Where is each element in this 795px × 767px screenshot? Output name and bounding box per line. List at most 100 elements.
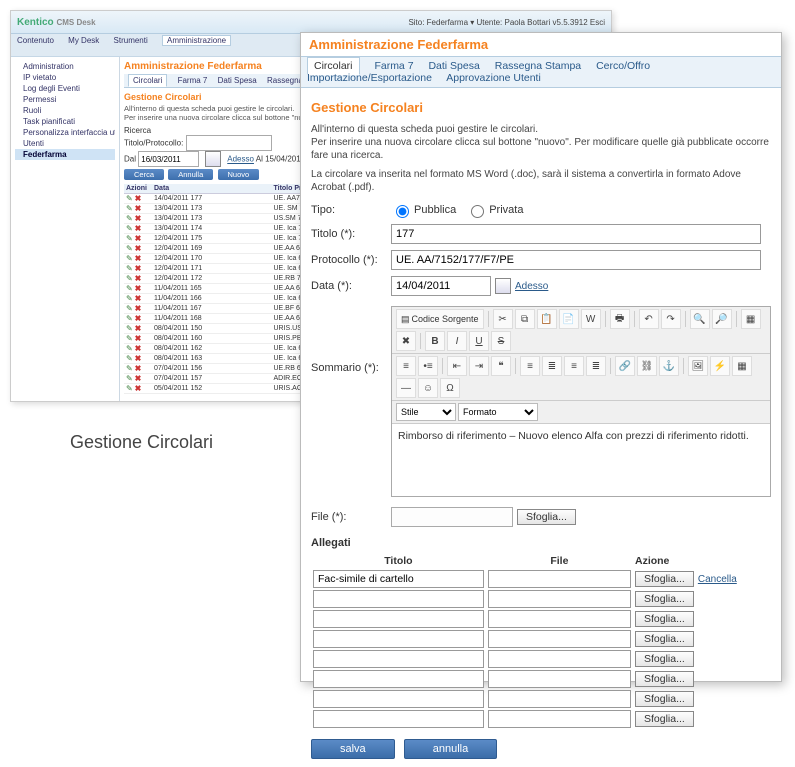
outdent-icon[interactable]: ⇤: [447, 356, 467, 376]
tab-import[interactable]: Importazione/Esportazione: [307, 72, 432, 84]
att-file-input[interactable]: [488, 610, 631, 628]
delete-icon[interactable]: ✖: [135, 254, 142, 263]
delete-icon[interactable]: ✖: [135, 364, 142, 373]
tree-ip[interactable]: IP vietato: [15, 72, 115, 83]
edit-icon[interactable]: ✎: [126, 364, 133, 373]
editor-content[interactable]: Rimborso di riferimento – Nuovo elenco A…: [392, 424, 770, 496]
justify-icon[interactable]: ≣: [586, 356, 606, 376]
formato-select[interactable]: Formato: [458, 403, 538, 421]
calendar-icon[interactable]: [205, 151, 221, 167]
undo-icon[interactable]: ↶: [639, 309, 659, 329]
att-titolo-input[interactable]: [313, 710, 484, 728]
delete-icon[interactable]: ✖: [135, 324, 142, 333]
annulla-button[interactable]: annulla: [404, 739, 497, 759]
redo-icon[interactable]: ↷: [661, 309, 681, 329]
tab-cerco[interactable]: Cerco/Offro: [596, 60, 650, 72]
edit-icon[interactable]: ✎: [126, 324, 133, 333]
bg-search-tp-input[interactable]: [186, 135, 272, 151]
delete-icon[interactable]: ✖: [135, 264, 142, 273]
edit-icon[interactable]: ✎: [126, 264, 133, 273]
att-titolo-input[interactable]: [313, 590, 484, 608]
att-sfoglia-button[interactable]: Sfoglia...: [635, 591, 694, 607]
tree-permessi[interactable]: Permessi: [15, 94, 115, 105]
calendar-icon[interactable]: [495, 278, 511, 294]
edit-icon[interactable]: ✎: [126, 244, 133, 253]
tab-rassegna[interactable]: Rassegna Stampa: [495, 60, 581, 72]
input-titolo[interactable]: [391, 224, 761, 244]
att-titolo-input[interactable]: [313, 650, 484, 668]
delete-icon[interactable]: ✖: [135, 274, 142, 283]
alignright-icon[interactable]: ≡: [564, 356, 584, 376]
att-sfoglia-button[interactable]: Sfoglia...: [635, 611, 694, 627]
edit-icon[interactable]: ✎: [126, 254, 133, 263]
replace-icon[interactable]: 🔎: [712, 309, 732, 329]
edit-icon[interactable]: ✎: [126, 194, 133, 203]
adesso-link[interactable]: Adesso: [515, 281, 548, 292]
delete-icon[interactable]: ✖: [135, 294, 142, 303]
delete-icon[interactable]: ✖: [135, 194, 142, 203]
tree-log[interactable]: Log degli Eventi: [15, 83, 115, 94]
menu-amministrazione[interactable]: Amministrazione: [162, 35, 231, 46]
edit-icon[interactable]: ✎: [126, 274, 133, 283]
edit-icon[interactable]: ✎: [126, 204, 133, 213]
specialchar-icon[interactable]: Ω: [440, 378, 460, 398]
find-icon[interactable]: 🔍: [690, 309, 710, 329]
tree-administration[interactable]: Administration: [15, 61, 115, 72]
edit-icon[interactable]: ✎: [126, 304, 133, 313]
att-file-input[interactable]: [488, 570, 631, 588]
input-protocollo[interactable]: [391, 250, 761, 270]
delete-icon[interactable]: ✖: [135, 284, 142, 293]
tab-approva[interactable]: Approvazione Utenti: [446, 72, 541, 84]
bg-adesso-link[interactable]: Adesso: [227, 155, 254, 164]
att-file-input[interactable]: [488, 590, 631, 608]
edit-icon[interactable]: ✎: [126, 374, 133, 383]
image-icon[interactable]: 🖼: [688, 356, 708, 376]
italic-icon[interactable]: I: [447, 331, 467, 351]
aligncenter-icon[interactable]: ≣: [542, 356, 562, 376]
att-file-input[interactable]: [488, 630, 631, 648]
alignleft-icon[interactable]: ≡: [520, 356, 540, 376]
edit-icon[interactable]: ✎: [126, 294, 133, 303]
delete-icon[interactable]: ✖: [135, 334, 142, 343]
delete-icon[interactable]: ✖: [135, 214, 142, 223]
salva-button[interactable]: salva: [311, 739, 395, 759]
edit-icon[interactable]: ✎: [126, 224, 133, 233]
unlink-icon[interactable]: ⛓: [637, 356, 657, 376]
edit-icon[interactable]: ✎: [126, 344, 133, 353]
edit-icon[interactable]: ✎: [126, 354, 133, 363]
att-file-input[interactable]: [488, 650, 631, 668]
tree-utenti[interactable]: Utenti: [15, 138, 115, 149]
selectall-icon[interactable]: ▦: [741, 309, 761, 329]
delete-icon[interactable]: ✖: [135, 304, 142, 313]
edit-icon[interactable]: ✎: [126, 234, 133, 243]
hr-icon[interactable]: —: [396, 378, 416, 398]
edit-icon[interactable]: ✎: [126, 334, 133, 343]
cancella-link[interactable]: Cancella: [698, 574, 737, 585]
blockquote-icon[interactable]: ❝: [491, 356, 511, 376]
att-sfoglia-button[interactable]: Sfoglia...: [635, 691, 694, 707]
print-icon[interactable]: 🖶: [610, 309, 630, 329]
att-sfoglia-button[interactable]: Sfoglia...: [635, 711, 694, 727]
style-select[interactable]: Stile: [396, 403, 456, 421]
delete-icon[interactable]: ✖: [135, 384, 142, 393]
edit-icon[interactable]: ✎: [126, 284, 133, 293]
att-sfoglia-button[interactable]: Sfoglia...: [635, 651, 694, 667]
paste-text-icon[interactable]: 📄: [559, 309, 579, 329]
menu-mydesk[interactable]: My Desk: [68, 36, 99, 45]
table-icon[interactable]: ▦: [732, 356, 752, 376]
anchor-icon[interactable]: ⚓: [659, 356, 679, 376]
att-sfoglia-button[interactable]: Sfoglia...: [635, 671, 694, 687]
att-file-input[interactable]: [488, 710, 631, 728]
file-input[interactable]: [391, 507, 513, 527]
edit-icon[interactable]: ✎: [126, 384, 133, 393]
delete-icon[interactable]: ✖: [135, 374, 142, 383]
delete-icon[interactable]: ✖: [135, 204, 142, 213]
radio-pubblica[interactable]: [396, 205, 409, 218]
paste-icon[interactable]: 📋: [537, 309, 557, 329]
bg-tab-dspesa[interactable]: Dati Spesa: [218, 76, 257, 85]
strike-icon[interactable]: S: [491, 331, 511, 351]
menu-strumenti[interactable]: Strumenti: [114, 36, 148, 45]
removeformat-icon[interactable]: ✖: [396, 331, 416, 351]
delete-icon[interactable]: ✖: [135, 314, 142, 323]
att-sfoglia-button[interactable]: Sfoglia...: [635, 571, 694, 587]
